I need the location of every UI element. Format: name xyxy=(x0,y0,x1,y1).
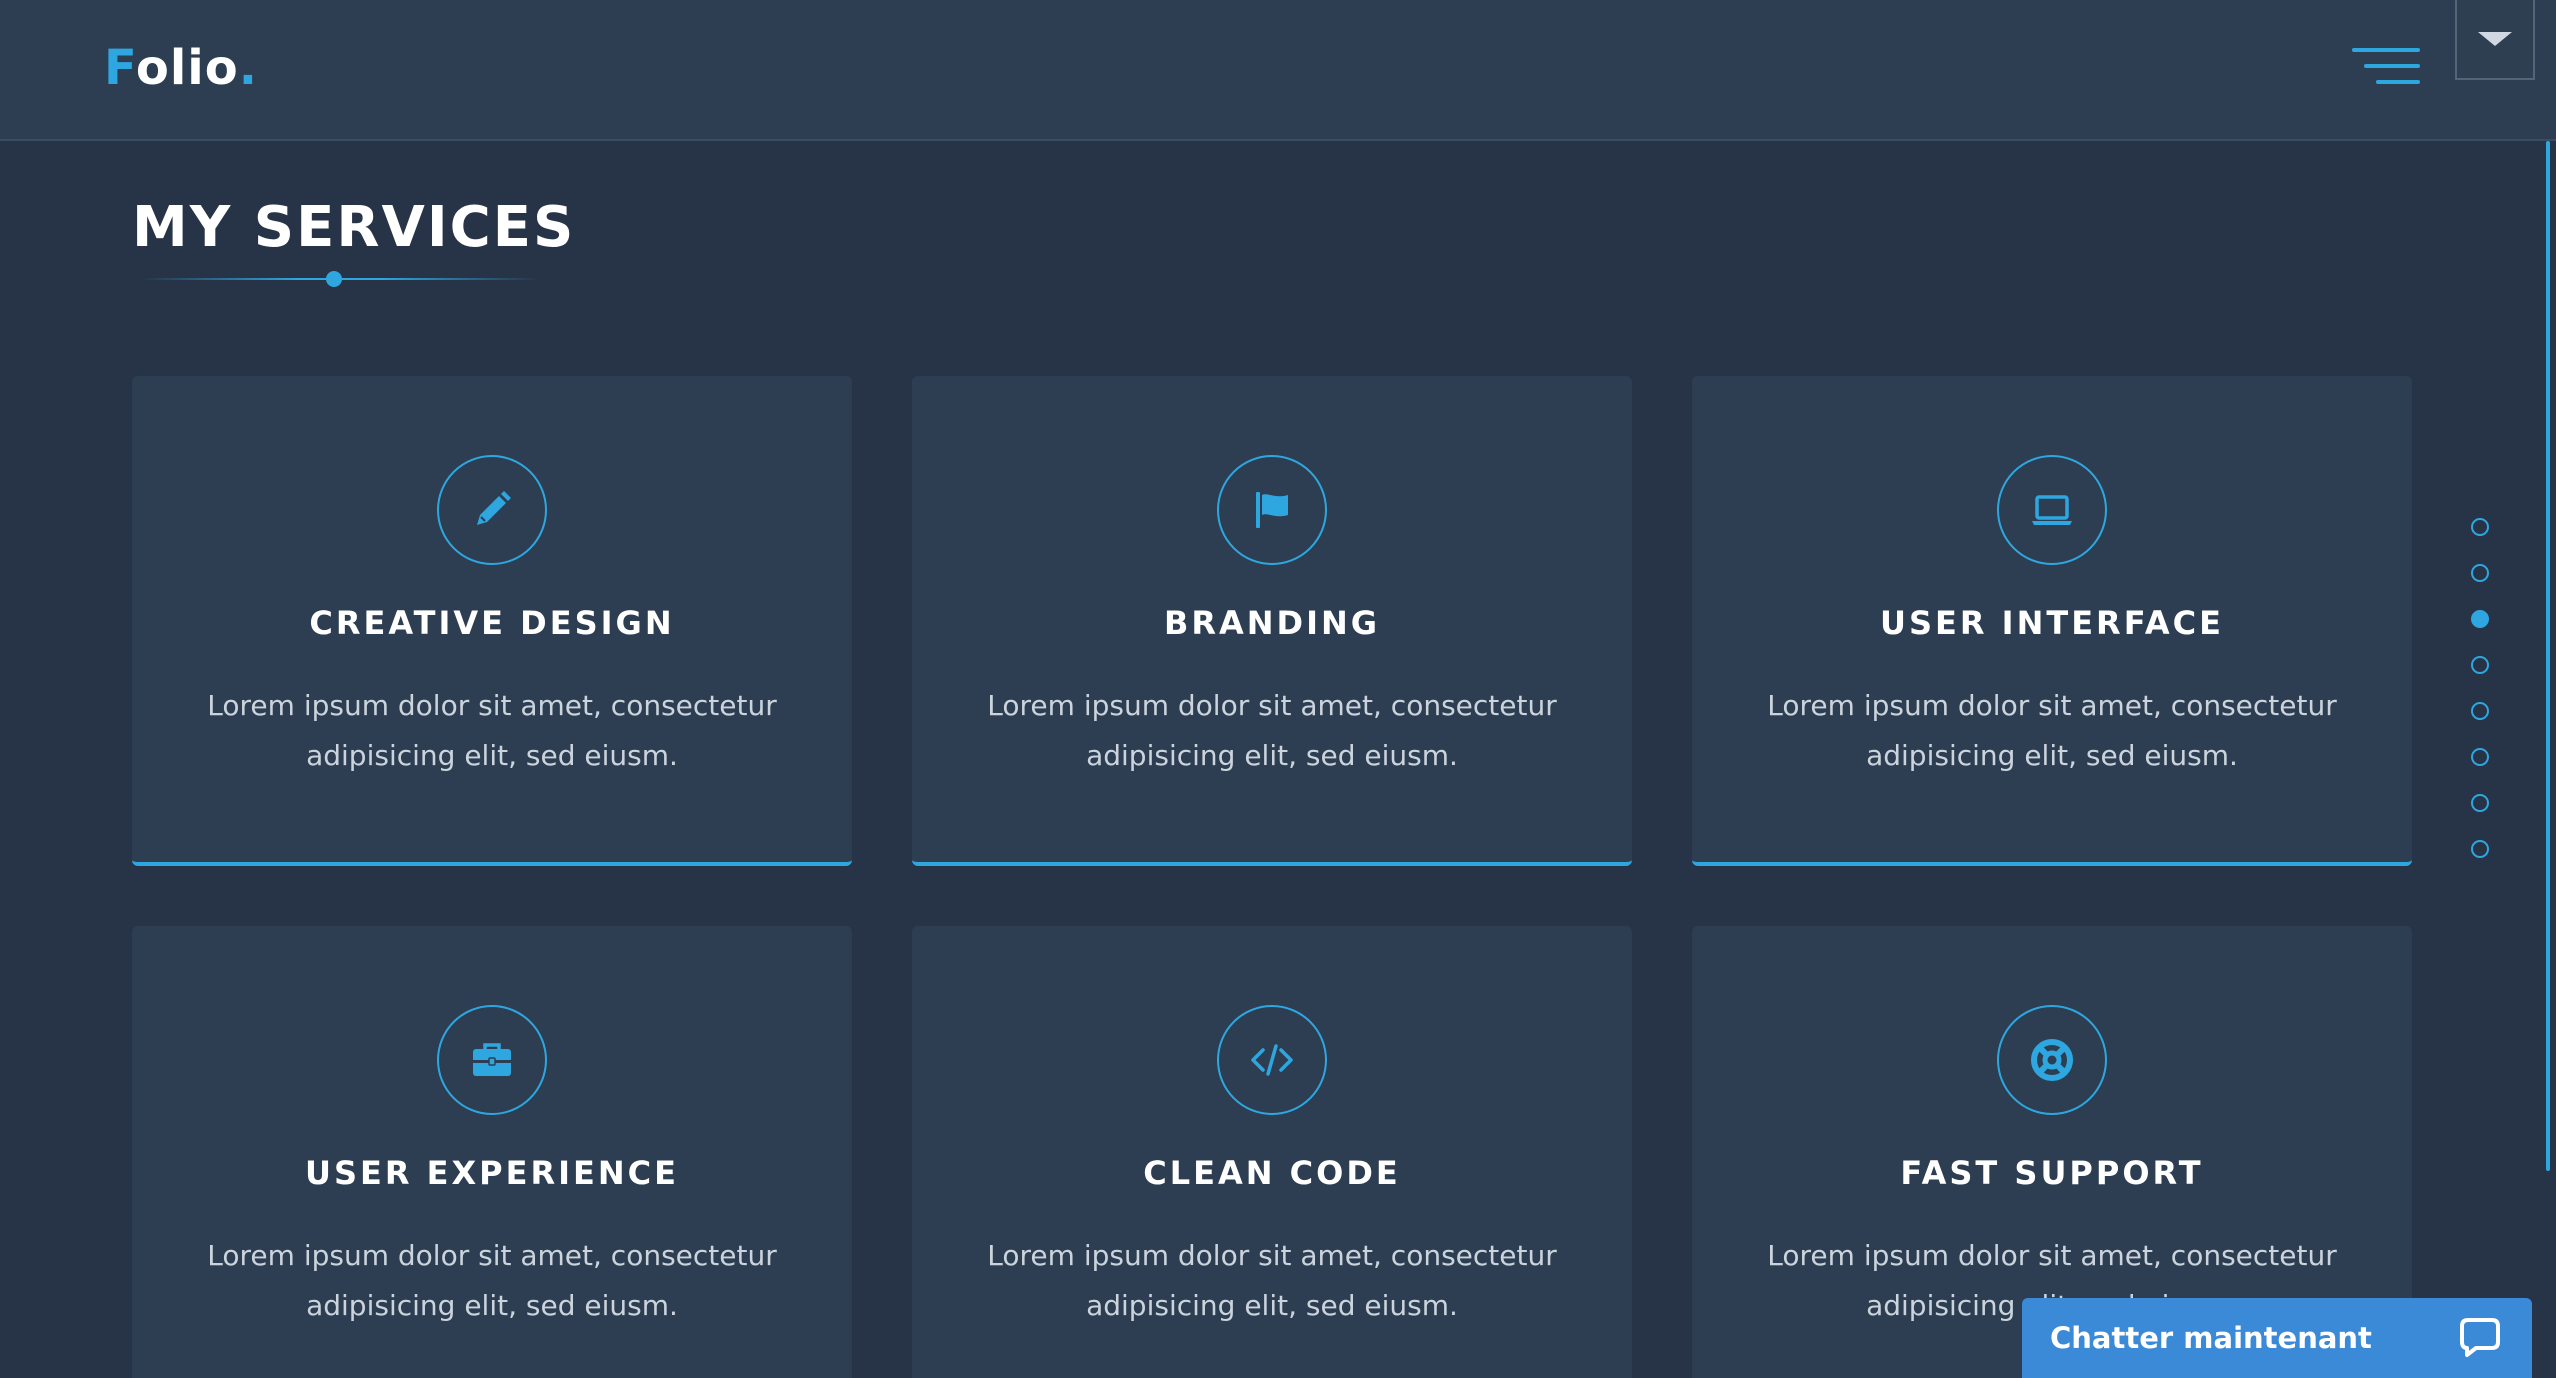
code-icon xyxy=(1217,1005,1327,1115)
section-title: MY SERVICES xyxy=(132,195,576,260)
scrollbar[interactable] xyxy=(2546,141,2550,1171)
card-title: BRANDING xyxy=(1163,604,1381,642)
service-card-branding: BRANDING Lorem ipsum dolor sit amet, con… xyxy=(912,376,1632,866)
pencil-icon xyxy=(437,455,547,565)
logo-text: olio xyxy=(135,40,239,96)
flag-icon xyxy=(1217,455,1327,565)
life-ring-icon xyxy=(1997,1005,2107,1115)
service-card-user-experience: USER EXPERIENCE Lorem ipsum dolor sit am… xyxy=(132,926,852,1378)
page: Folio. MY SERVICES CREATIVE DESIGN Lorem… xyxy=(0,0,2556,1378)
dot-nav-item[interactable] xyxy=(2471,702,2489,720)
logo-first-letter: F xyxy=(104,40,136,96)
card-title: USER INTERFACE xyxy=(1880,604,2224,642)
service-card-user-interface: USER INTERFACE Lorem ipsum dolor sit ame… xyxy=(1692,376,2412,866)
card-title: CLEAN CODE xyxy=(1143,1154,1401,1192)
logo[interactable]: Folio. xyxy=(104,38,258,98)
chat-widget-button[interactable]: Chatter maintenant xyxy=(2022,1298,2532,1378)
hamburger-menu-icon[interactable] xyxy=(2352,44,2420,88)
chat-bubble-icon xyxy=(2458,1314,2502,1362)
card-title: FAST SUPPORT xyxy=(1900,1154,2204,1192)
card-text: Lorem ipsum dolor sit amet, consectetur … xyxy=(207,689,777,772)
briefcase-icon xyxy=(437,1005,547,1115)
section-dot-nav xyxy=(2471,518,2489,858)
dot-nav-item[interactable] xyxy=(2471,748,2489,766)
chat-label: Chatter maintenant xyxy=(2050,1321,2372,1355)
site-header: Folio. xyxy=(0,0,2556,141)
card-text: Lorem ipsum dolor sit amet, consectetur … xyxy=(987,1239,1557,1322)
card-text: Lorem ipsum dolor sit amet, consectetur … xyxy=(207,1239,777,1322)
laptop-icon xyxy=(1997,455,2107,565)
logo-dot: . xyxy=(238,40,258,96)
card-text: Lorem ipsum dolor sit amet, consectetur … xyxy=(987,689,1557,772)
caret-down-icon xyxy=(2478,32,2512,46)
dot-nav-item[interactable] xyxy=(2471,656,2489,674)
title-underline-dot xyxy=(326,271,342,287)
dot-nav-item[interactable] xyxy=(2471,794,2489,812)
dropdown-toggle-button[interactable] xyxy=(2455,0,2535,80)
service-card-clean-code: CLEAN CODE Lorem ipsum dolor sit amet, c… xyxy=(912,926,1632,1378)
card-text: Lorem ipsum dolor sit amet, consectetur … xyxy=(1767,689,2337,772)
card-title: CREATIVE DESIGN xyxy=(309,604,675,642)
dot-nav-item[interactable] xyxy=(2471,564,2489,582)
card-title: USER EXPERIENCE xyxy=(304,1154,680,1192)
dot-nav-item[interactable] xyxy=(2471,518,2489,536)
dot-nav-item[interactable] xyxy=(2471,840,2489,858)
service-card-creative-design: CREATIVE DESIGN Lorem ipsum dolor sit am… xyxy=(132,376,852,866)
dot-nav-item-active[interactable] xyxy=(2471,610,2489,628)
